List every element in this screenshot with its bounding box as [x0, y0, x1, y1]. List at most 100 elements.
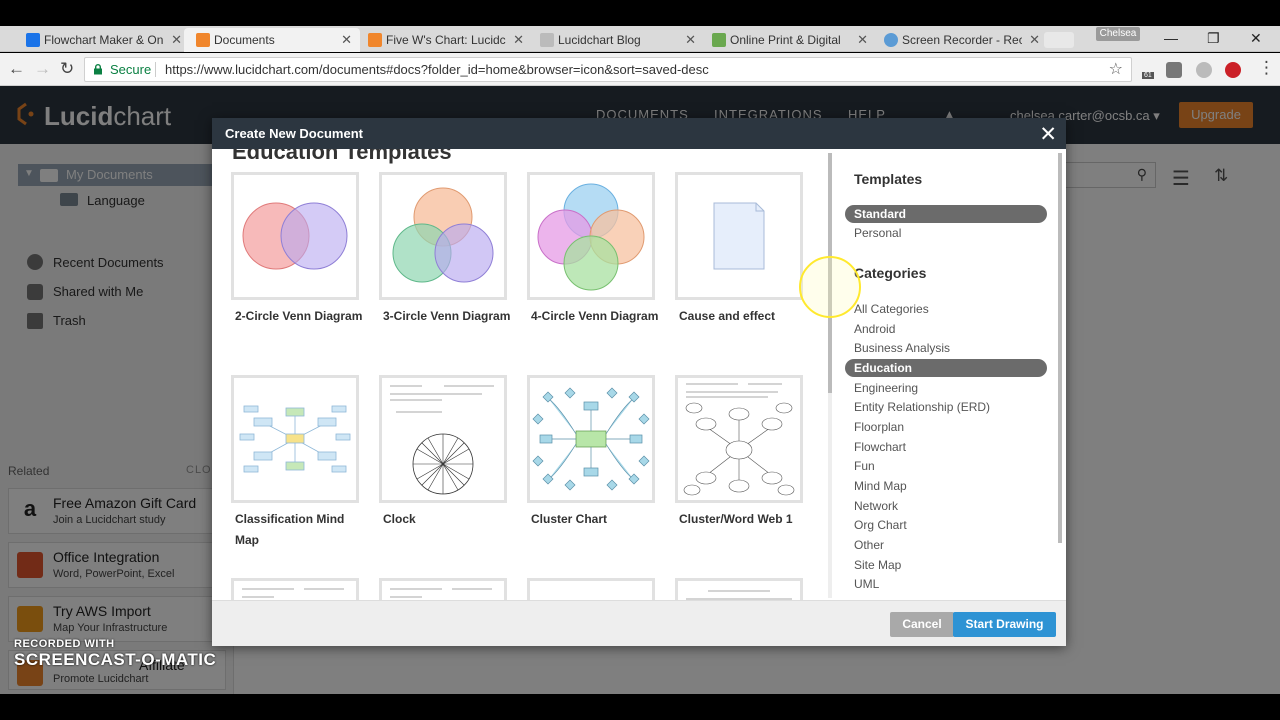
address-bar: ← → ↻ Secure https://www.lucidchart.com/… [0, 53, 1280, 131]
category-fun[interactable]: Fun [845, 457, 1047, 475]
template-label: Cause and effect [679, 309, 776, 323]
template-label: 4-Circle Venn Diagram [531, 309, 659, 323]
tab-close-icon[interactable]: ✕ [857, 32, 868, 48]
tab-label: Screen Recorder - Rec [902, 33, 1022, 47]
filter-personal[interactable]: Personal [845, 224, 1047, 242]
venn-2-thumbnail [242, 202, 348, 270]
cluster-chart-thumbnail [532, 387, 650, 491]
venn-3-thumbnail [392, 187, 494, 283]
tab-label: Online Print & Digital [730, 33, 841, 47]
category-flowchart[interactable]: Flowchart [845, 438, 1047, 456]
browser-tab-active[interactable]: Documents ✕ [184, 28, 360, 52]
compare-contrast-thumbnail [686, 590, 792, 600]
category-mind-map[interactable]: Mind Map [845, 477, 1047, 495]
url-text: https://www.lucidchart.com/documents#doc… [165, 62, 709, 77]
tab-favicon-icon [884, 33, 898, 47]
tab-label: Documents [214, 33, 275, 47]
browser-tab[interactable]: Lucidchart Blog ✕ [528, 28, 704, 52]
filters-scrollbar[interactable] [1058, 153, 1062, 543]
template-thumbnail [675, 375, 803, 503]
forward-icon[interactable]: → [34, 59, 51, 79]
pinterest-icon[interactable] [1225, 62, 1241, 78]
profile-chip[interactable]: Chelsea [1096, 27, 1140, 41]
category-education[interactable]: Education [845, 359, 1047, 377]
close-icon[interactable]: ✕ [1039, 122, 1057, 147]
dialog-title: Create New Document [225, 126, 363, 141]
bookmark-star-icon[interactable]: ☆ [1109, 58, 1123, 81]
template-thumbnail [675, 172, 803, 300]
watermark-main: SCREENCAST-O-MATIC [14, 650, 217, 669]
recording-watermark: RECORDED WITH SCREENCAST-O-MATIC [14, 638, 216, 670]
tab-label: Five W's Chart: Lucidch [386, 33, 506, 47]
reload-icon[interactable]: ↻ [60, 59, 74, 79]
secure-label: Secure [110, 62, 152, 77]
browser-tab[interactable]: Online Print & Digital ✕ [700, 28, 876, 52]
template-label: 2-Circle Venn Diagram [235, 309, 363, 323]
category-erd[interactable]: Entity Relationship (ERD) [845, 398, 1047, 416]
watermark-top: RECORDED WITH [14, 638, 115, 650]
word-web-thumbnail [683, 383, 795, 496]
filter-standard[interactable]: Standard [845, 205, 1047, 223]
category-all[interactable]: All Categories [845, 300, 1047, 318]
category-floorplan[interactable]: Floorplan [845, 418, 1047, 436]
template-thumbnail [675, 578, 803, 600]
template-thumbnail [231, 578, 359, 600]
tab-label: Lucidchart Blog [558, 33, 641, 47]
tab-close-icon[interactable]: ✕ [513, 32, 524, 48]
browser-tab[interactable]: Five W's Chart: Lucidch ✕ [356, 28, 532, 52]
browser-tab[interactable]: Flowchart Maker & Onl ✕ [14, 28, 190, 52]
clock-thumbnail [390, 385, 494, 495]
template-filters: Templates Standard Personal Categories A… [832, 149, 1066, 600]
template-label: 3-Circle Venn Diagram [383, 309, 511, 323]
url-input[interactable]: Secure https://www.lucidchart.com/docume… [84, 57, 1132, 82]
create-document-dialog: Create New Document ✕ Education Template… [212, 118, 1066, 646]
category-org-chart[interactable]: Org Chart [845, 516, 1047, 534]
category-network[interactable]: Network [845, 497, 1047, 515]
extension-badge: 61 [1142, 72, 1154, 79]
template-label: Cluster Chart [531, 512, 608, 526]
letterbox-top [0, 0, 1280, 26]
category-business-analysis[interactable]: Business Analysis [845, 339, 1047, 357]
tab-favicon-icon [26, 33, 40, 47]
template-label: Cluster/Word Web 1 [679, 512, 793, 526]
extension-icon[interactable] [1166, 62, 1182, 78]
tab-close-icon[interactable]: ✕ [171, 32, 182, 48]
template-thumbnail [379, 172, 507, 300]
template-thumbnail [379, 578, 507, 600]
template-label: Clock [383, 512, 416, 526]
template-thumbnail [527, 578, 655, 600]
category-android[interactable]: Android [845, 320, 1047, 338]
tab-close-icon[interactable]: ✕ [341, 32, 352, 48]
restore-icon[interactable]: ❐ [1207, 30, 1220, 47]
mind-map-thumbnail [239, 405, 351, 473]
dialog-header: Create New Document ✕ [212, 118, 1066, 149]
dialog-footer: Cancel Start Drawing [212, 600, 1066, 646]
new-tab-button[interactable] [1044, 32, 1074, 48]
category-uml[interactable]: UML [845, 575, 1047, 593]
template-gallery: Education Templates 2-Circle Venn Diagra… [212, 149, 826, 600]
category-site-map[interactable]: Site Map [845, 556, 1047, 574]
category-engineering[interactable]: Engineering [845, 379, 1047, 397]
template-label: Classification Mind Map [235, 512, 345, 547]
close-window-icon[interactable]: ✕ [1250, 30, 1262, 47]
templates-heading: Templates [854, 171, 923, 187]
template-thumbnail [379, 375, 507, 503]
template-thumbnail [231, 172, 359, 300]
template-thumbnail [527, 375, 655, 503]
cancel-button[interactable]: Cancel [890, 612, 954, 637]
cursor-highlight [799, 256, 861, 318]
worksheet-thumbnail [390, 588, 492, 598]
minimize-icon[interactable]: — [1164, 30, 1178, 46]
menu-kebab-icon[interactable]: ⋮ [1258, 58, 1275, 78]
tab-close-icon[interactable]: ✕ [1029, 32, 1040, 48]
letterbox-bottom [0, 694, 1280, 720]
tab-label: Flowchart Maker & Onl [44, 33, 164, 47]
tab-favicon-icon [712, 33, 726, 47]
category-other[interactable]: Other [845, 536, 1047, 554]
extension-icon[interactable] [1196, 62, 1212, 78]
tab-favicon-icon [368, 33, 382, 47]
tab-close-icon[interactable]: ✕ [685, 32, 696, 48]
browser-tab[interactable]: Screen Recorder - Rec ✕ [872, 28, 1048, 52]
start-drawing-button[interactable]: Start Drawing [953, 612, 1056, 637]
back-icon[interactable]: ← [8, 59, 25, 79]
